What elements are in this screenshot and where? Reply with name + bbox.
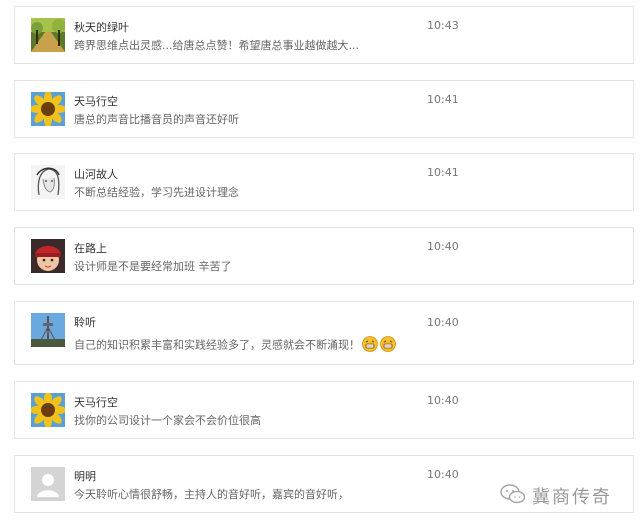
avatar-sunflower[interactable] <box>31 92 65 126</box>
commenter-name[interactable]: 在路上 <box>74 240 107 256</box>
comment-text: 跨界思维点出灵感...给唐总点赞！希望唐总事业越做越大... <box>74 39 359 52</box>
comment-text-body: 自己的知识积累丰富和实践经验多了，灵感就会不断涌现！ <box>74 338 360 352</box>
grin-emoji-icon <box>362 336 378 355</box>
comment-card[interactable]: 在路上 设计师是不是要经常加班 辛苦了 10:40 <box>14 227 634 285</box>
commenter-name[interactable]: 天马行空 <box>74 394 118 410</box>
comment-text: 自己的知识积累丰富和实践经验多了，灵感就会不断涌现！ <box>74 336 396 355</box>
wechat-watermark: 冀商传奇 <box>500 483 612 509</box>
grin-emoji-icon <box>380 336 396 355</box>
comment-time: 10:40 <box>427 394 459 407</box>
comment-time: 10:40 <box>427 316 459 329</box>
comment-card[interactable]: 山河故人 不断总结经验，学习先进设计理念 10:41 <box>14 153 634 211</box>
avatar-sketch-portrait[interactable] <box>31 165 65 199</box>
comment-card[interactable]: 秋天的绿叶 跨界思维点出灵感...给唐总点赞！希望唐总事业越做越大... 10:… <box>14 6 634 64</box>
comment-text: 设计师是不是要经常加班 辛苦了 <box>74 260 232 273</box>
watermark-text: 冀商传奇 <box>532 487 612 508</box>
comment-card[interactable]: 聆听 自己的知识积累丰富和实践经验多了，灵感就会不断涌现！ 10:40 <box>14 301 634 365</box>
commenter-name[interactable]: 山河故人 <box>74 166 118 182</box>
default-user-icon[interactable] <box>31 467 65 501</box>
commenter-name[interactable]: 天马行空 <box>74 93 118 109</box>
avatar-sunflower[interactable] <box>31 393 65 427</box>
comment-card[interactable]: 天马行空 找你的公司设计一个家会不会价位很高 10:40 <box>14 381 634 439</box>
comment-text: 唐总的声音比播音员的声音还好听 <box>74 113 239 126</box>
comment-time: 10:41 <box>427 166 459 179</box>
comment-time: 10:43 <box>427 19 459 32</box>
comment-text: 不断总结经验，学习先进设计理念 <box>74 186 239 199</box>
avatar-autumn-road[interactable] <box>31 18 65 52</box>
commenter-name[interactable]: 秋天的绿叶 <box>74 19 129 35</box>
avatar-tower[interactable] <box>31 313 65 347</box>
comment-time: 10:41 <box>427 93 459 106</box>
comment-text: 找你的公司设计一个家会不会价位很高 <box>74 414 261 427</box>
commenter-name[interactable]: 聆听 <box>74 314 96 330</box>
comment-text: 今天聆听心情很舒畅，主持人的音好听，嘉宾的音好听， <box>74 488 349 501</box>
wechat-icon <box>500 483 526 509</box>
commenter-name[interactable]: 明明 <box>74 468 96 484</box>
comment-card[interactable]: 天马行空 唐总的声音比播音员的声音还好听 10:41 <box>14 80 634 138</box>
avatar-child-red-hat[interactable] <box>31 239 65 273</box>
comment-time: 10:40 <box>427 240 459 253</box>
comment-time: 10:40 <box>427 468 459 481</box>
